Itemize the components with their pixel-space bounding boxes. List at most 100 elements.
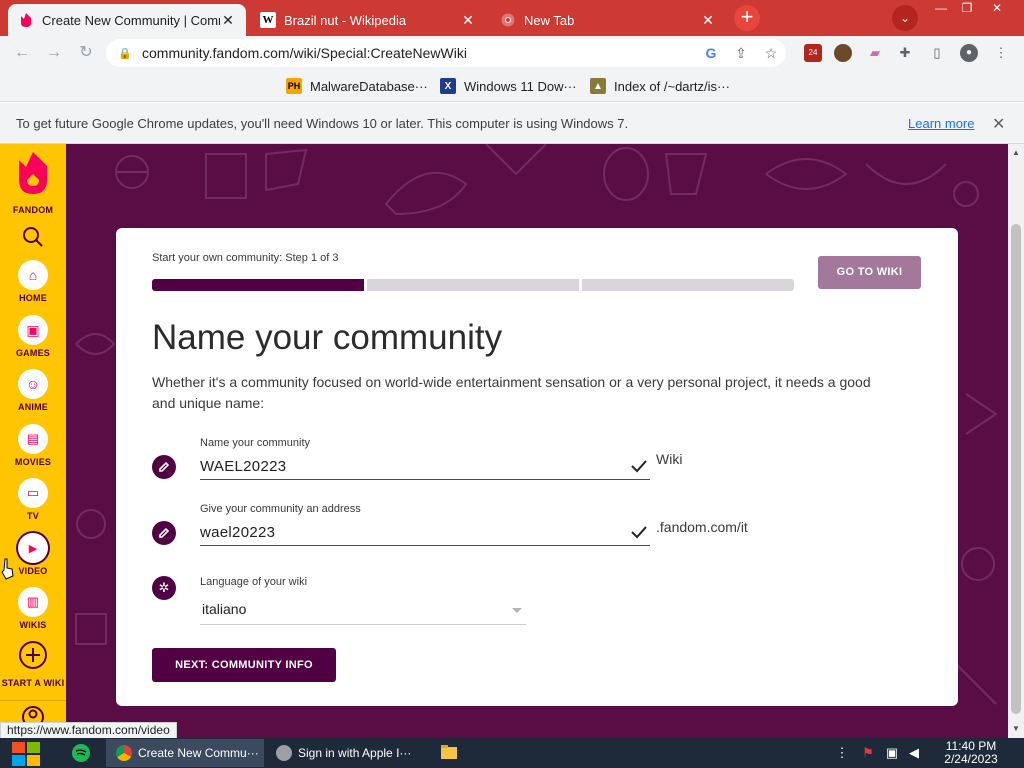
- community-name-input[interactable]: [200, 454, 650, 480]
- scroll-down-icon[interactable]: ▼: [1012, 724, 1020, 733]
- tab-search-button[interactable]: ⌄: [892, 5, 918, 31]
- rail-search[interactable]: [0, 226, 66, 253]
- x-icon: X: [440, 78, 456, 94]
- rail-label: ANIME: [18, 402, 48, 412]
- page-scrollbar[interactable]: ▲ ▼: [1008, 144, 1024, 738]
- check-icon: [631, 526, 647, 539]
- bookmark-label: Index of /~dartz/is···: [614, 78, 730, 94]
- profile-icon[interactable]: ●: [960, 44, 978, 62]
- rail-item-wikis[interactable]: ▥ WIKIS: [0, 587, 66, 630]
- rail-item-home[interactable]: ⌂ HOME: [0, 260, 66, 303]
- tab-title: Create New Community | Comm: [42, 12, 220, 28]
- close-tab-icon[interactable]: ✕: [220, 12, 236, 29]
- url-text: community.fandom.com/wiki/Special:Create…: [142, 45, 467, 61]
- bookmarks-bar: PH MalwareDatabase··· X Windows 11 Dow··…: [0, 70, 1024, 102]
- back-icon[interactable]: ←: [10, 42, 34, 64]
- fandom-global-nav: FANDOM ⌂ HOME ▣ GAMES ☺ ANIME ▤ MOVIES ▭…: [0, 144, 66, 738]
- tab-title: New Tab: [524, 12, 575, 28]
- chrome-menu-icon[interactable]: ⋮: [992, 44, 1010, 62]
- bookmark-label: Windows 11 Dow···: [464, 78, 577, 94]
- play-icon: ▶: [28, 542, 38, 555]
- gear-icon: ✲: [152, 576, 176, 600]
- progress-segment-1: [152, 279, 364, 291]
- next-community-info-button[interactable]: NEXT: COMMUNITY INFO: [152, 648, 336, 682]
- anime-face-icon: ☺: [25, 376, 41, 392]
- ph-icon: PH: [286, 78, 302, 94]
- search-icon: [23, 227, 43, 247]
- scroll-up-icon[interactable]: ▲: [1012, 148, 1020, 157]
- progress-segment-3: [582, 279, 794, 291]
- forward-icon[interactable]: →: [42, 42, 66, 64]
- community-address-input[interactable]: [200, 520, 650, 546]
- status-url-bubble: https://www.fandom.com/video: [0, 722, 177, 739]
- clapperboard-icon: ▤: [26, 431, 40, 446]
- rail-item-start-wiki[interactable]: START A WIKI: [0, 640, 66, 688]
- bookmark-star-icon[interactable]: ☆: [756, 45, 786, 62]
- progress-segment-2: [367, 279, 579, 291]
- learn-more-link[interactable]: Learn more: [908, 116, 974, 131]
- rail-label: MOVIES: [14, 457, 52, 467]
- windows-start-icon[interactable]: [10, 740, 42, 768]
- flag-extension-icon[interactable]: ▰: [866, 44, 884, 62]
- pencil-icon: [152, 521, 176, 545]
- language-select[interactable]: italiano: [200, 598, 526, 625]
- check-icon: [631, 460, 647, 473]
- share-icon[interactable]: ⇪: [726, 45, 756, 62]
- task-label: Create New Commu···: [138, 746, 259, 760]
- rail-item-anime[interactable]: ☺ ANIME: [0, 369, 66, 412]
- extensions-puzzle-icon[interactable]: ✚: [896, 44, 914, 62]
- google-icon[interactable]: G: [696, 45, 726, 61]
- volume-icon[interactable]: ◀: [906, 745, 922, 761]
- bookmark-windows-11[interactable]: X Windows 11 Dow···: [440, 77, 576, 95]
- fandom-logo[interactable]: FANDOM: [0, 152, 66, 215]
- reload-icon[interactable]: ↻: [74, 42, 98, 64]
- rail-item-games[interactable]: ▣ GAMES: [0, 315, 66, 358]
- chrome-update-infobar: To get future Google Chrome updates, you…: [0, 103, 1024, 144]
- chrome-favicon-icon: [500, 12, 516, 28]
- windows-taskbar: Create New Commu··· Sign in with Apple I…: [0, 738, 1024, 768]
- rail-item-tv[interactable]: ▭ TV: [0, 478, 66, 521]
- bookmark-malware-database[interactable]: PH MalwareDatabase···: [286, 77, 428, 95]
- restore-icon[interactable]: ❐: [952, 0, 982, 18]
- taskbar-clock[interactable]: 11:40 PM 2/24/2023: [936, 740, 1006, 766]
- spotify-icon[interactable]: [68, 741, 94, 765]
- tab-create-community[interactable]: Create New Community | Comm ✕: [8, 4, 246, 36]
- scrollbar-thumb[interactable]: [1011, 224, 1021, 714]
- tray-overflow-icon[interactable]: ⋮: [834, 745, 850, 761]
- side-panel-icon[interactable]: ▯: [928, 44, 946, 62]
- bookmark-index-dartz[interactable]: ▲ Index of /~dartz/is···: [590, 77, 730, 95]
- step-indicator: Start your own community: Step 1 of 3: [152, 252, 339, 264]
- rail-label: WIKIS: [19, 620, 47, 630]
- home-icon: ⌂: [28, 267, 38, 283]
- lock-icon[interactable]: 🔒: [118, 47, 132, 60]
- tab-strip: Create New Community | Comm ✕ W Brazil n…: [0, 0, 1024, 36]
- form-description: Whether it's a community focused on worl…: [152, 374, 871, 411]
- create-wiki-card: Start your own community: Step 1 of 3 GO…: [116, 228, 958, 706]
- task-label: Sign in with Apple I···: [298, 746, 412, 760]
- name-suffix: Wiki: [656, 451, 683, 467]
- tab-brazil-nut[interactable]: W Brazil nut - Wikipedia ✕: [250, 4, 486, 36]
- network-icon[interactable]: ▣: [884, 745, 900, 761]
- page-title: Name your community: [152, 318, 503, 357]
- plus-circle-icon: [19, 641, 47, 669]
- taskbar-apple-signin-task[interactable]: Sign in with Apple I···: [266, 739, 424, 767]
- infobar-message: To get future Google Chrome updates, you…: [16, 116, 629, 131]
- taskbar-chrome-task[interactable]: Create New Commu···: [106, 739, 264, 767]
- go-to-wiki-button[interactable]: GO TO WIKI: [818, 256, 921, 289]
- window-close-icon[interactable]: ✕: [982, 0, 1012, 18]
- avatar-extension-icon[interactable]: [834, 44, 852, 62]
- gamepad-icon: ▣: [26, 321, 40, 338]
- infobar-close-icon[interactable]: ✕: [992, 114, 1005, 134]
- tab-new-tab[interactable]: New Tab ✕: [490, 4, 726, 36]
- close-tab-icon[interactable]: ✕: [700, 12, 716, 29]
- bookmark-label: MalwareDatabase···: [310, 78, 428, 94]
- address-bar[interactable]: 🔒 community.fandom.com/wiki/Special:Crea…: [106, 39, 786, 67]
- extension-badge-icon[interactable]: 24: [804, 44, 822, 62]
- new-tab-button[interactable]: +: [734, 5, 760, 31]
- action-center-flag-icon[interactable]: ⚑: [860, 745, 876, 761]
- close-tab-icon[interactable]: ✕: [460, 12, 476, 29]
- folder-icon[interactable]: [436, 741, 462, 765]
- progress-bar: [152, 279, 794, 291]
- rail-item-movies[interactable]: ▤ MOVIES: [0, 424, 66, 467]
- rail-label: GAMES: [15, 348, 50, 358]
